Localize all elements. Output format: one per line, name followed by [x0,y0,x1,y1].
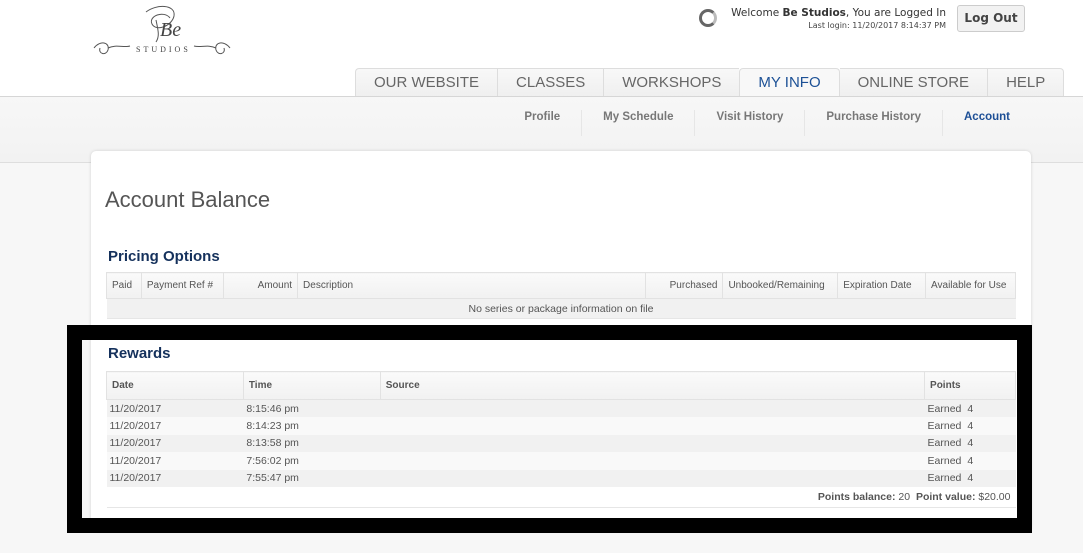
tab-workshops[interactable]: WORKSHOPS [603,68,740,97]
welcome-message: Welcome Be Studios, You are Logged In La… [728,7,946,31]
col-available-for-use[interactable]: Available for Use [925,272,1016,299]
last-login: Last login: 11/20/2017 8:14:37 PM [808,21,946,30]
subnav-my-schedule[interactable]: My Schedule [581,110,694,136]
tab-my-info[interactable]: MY INFO [739,68,840,98]
tab-online-store[interactable]: ONLINE STORE [839,68,988,97]
subnav-profile[interactable]: Profile [503,110,581,136]
svg-text:STUDIOS: STUDIOS [136,45,191,54]
col-description[interactable]: Description [297,272,646,299]
pricing-options-table: Paid Payment Ref # Amount Description Pu… [106,272,1016,319]
subnav-account[interactable]: Account [942,110,1031,136]
pricing-options-title: Pricing Options [108,248,220,265]
welcome-suffix: , You are Logged In [845,7,946,19]
be-studios-logo[interactable]: Be STUDIOS [86,2,238,64]
welcome-user-name: Be Studios [782,7,846,19]
loading-ring-icon [699,9,717,27]
header: Be STUDIOS Welcome Be Studios, You are L… [0,0,1083,98]
tab-help[interactable]: HELP [987,68,1065,97]
pricing-empty-row: No series or package information on file [106,298,1016,319]
tab-our-website[interactable]: OUR WEBSITE [355,68,498,97]
col-paid[interactable]: Paid [106,272,142,299]
col-expiration-date[interactable]: Expiration Date [837,272,927,299]
subnav-purchase-history[interactable]: Purchase History [804,110,942,136]
highlight-frame [67,325,1032,533]
svg-text:Be: Be [160,19,181,41]
subnav-visit-history[interactable]: Visit History [694,110,804,136]
pricing-empty-message: No series or package information on file [106,298,1016,319]
page-title: Account Balance [105,187,271,212]
tab-classes[interactable]: CLASSES [497,68,604,97]
log-out-button[interactable]: Log Out [957,5,1025,32]
main-tabs: OUR WEBSITE CLASSES WORKSHOPS MY INFO ON… [355,68,1065,98]
pricing-header-row: Paid Payment Ref # Amount Description Pu… [106,272,1016,299]
col-amount[interactable]: Amount [222,272,299,299]
col-purchased[interactable]: Purchased [644,272,724,299]
sub-navigation: Profile My Schedule Visit History Purcha… [503,110,1031,136]
welcome-prefix: Welcome [731,7,783,19]
col-unbooked-remaining[interactable]: Unbooked/Remaining [722,272,839,299]
col-payment-ref[interactable]: Payment Ref # [140,272,224,299]
